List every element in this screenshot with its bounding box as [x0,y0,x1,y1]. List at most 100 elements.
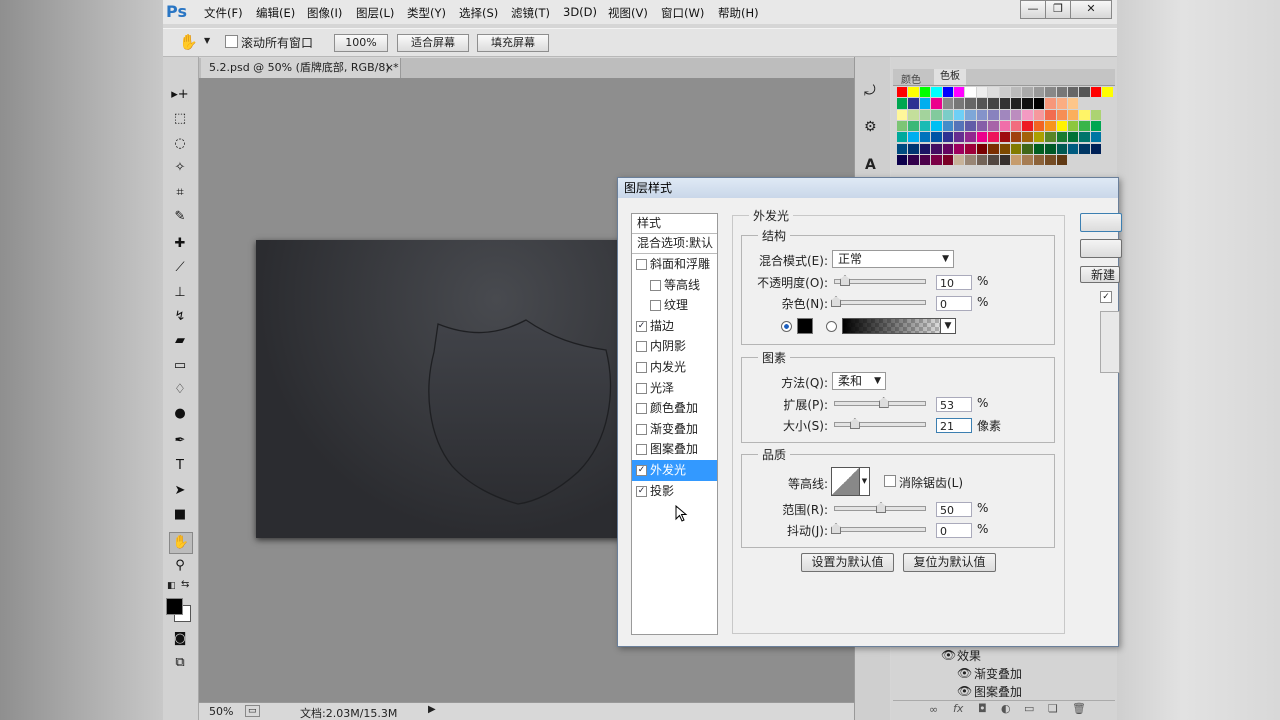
color-swatch[interactable] [897,109,908,120]
color-swatch[interactable] [1068,109,1079,120]
color-swatch[interactable] [919,109,931,120]
jitter-slider[interactable] [831,523,926,534]
color-swatch[interactable] [988,98,999,109]
spread-slider[interactable] [834,397,926,408]
noise-slider[interactable] [831,296,926,307]
color-swatch[interactable] [1033,143,1045,154]
layer-effect-item[interactable]: 渐变叠加 [974,665,1022,682]
zoom-100-button[interactable]: 100% [334,34,388,52]
make-default-button[interactable]: 设置为默认值 [801,553,894,572]
color-swatch[interactable] [1079,143,1090,154]
color-swatch[interactable] [1045,109,1056,120]
color-swatch[interactable] [908,132,919,143]
color-swatch[interactable] [1068,120,1079,132]
fit-screen-button[interactable]: 适合屏幕 [397,34,469,52]
color-swatch[interactable] [1079,87,1090,98]
gradient-picker[interactable]: ▼ [842,318,956,334]
gradient-radio[interactable] [826,321,837,332]
effect-checkbox[interactable] [636,341,647,353]
color-swatch[interactable] [908,143,919,154]
status-menu-arrow-icon[interactable]: ▶ [428,704,436,715]
color-swatch[interactable] [999,120,1010,132]
gradient-dropdown-arrow-icon[interactable]: ▼ [940,319,955,333]
blur-tool-icon[interactable]: ♢ [169,380,191,400]
color-swatch[interactable] [942,132,953,143]
color-swatch[interactable] [919,154,931,166]
color-swatch[interactable] [1056,87,1067,98]
color-swatch[interactable] [931,109,942,120]
color-swatch[interactable] [942,154,953,166]
color-swatch[interactable] [1056,109,1067,120]
menu-image[interactable]: 图像(I) [307,5,342,21]
lasso-tool-icon[interactable]: ◌ [169,134,191,154]
menu-file[interactable]: 文件(F) [204,5,243,21]
effect-item[interactable]: ✓ 投影 [632,481,717,502]
color-swatch[interactable] [1033,132,1045,143]
history-panel-icon[interactable]: ⤾ [864,83,876,99]
slider-thumb[interactable] [876,502,886,513]
zoom-level[interactable]: 50% [209,705,233,718]
color-swatch[interactable] [1011,87,1022,98]
jitter-input[interactable]: 0 [936,523,972,538]
color-swatch[interactable] [919,87,931,98]
healing-tool-icon[interactable]: ✚ [169,234,191,254]
color-swatch[interactable] [919,120,931,132]
menu-edit[interactable]: 编辑(E) [256,5,295,21]
color-swatch[interactable] [976,132,988,143]
color-swatch[interactable] [1068,132,1079,143]
color-swatch[interactable] [931,87,942,98]
color-swatch[interactable] [942,120,953,132]
color-swatch[interactable] [931,98,942,109]
document-image[interactable] [256,240,656,538]
color-swatch[interactable] [931,132,942,143]
color-swatch[interactable] [942,98,953,109]
color-swatch[interactable] [919,132,931,143]
color-swatch[interactable] [965,120,976,132]
effect-item[interactable]: 纹理 [632,295,717,316]
color-swatch[interactable] [1056,120,1067,132]
range-slider[interactable] [834,502,926,513]
color-swatch[interactable] [1011,120,1022,132]
color-swatch[interactable] [1033,87,1045,98]
color-swatch[interactable] [1022,87,1033,98]
tool-preset-arrow-icon[interactable]: ▼ [204,36,210,45]
color-swatch[interactable] [897,154,908,166]
menu-window[interactable]: 窗口(W) [661,5,704,21]
color-swatch[interactable] [999,132,1010,143]
default-colors-icon[interactable]: ◧ [167,581,176,591]
effect-checkbox[interactable] [636,444,647,456]
move-tool-icon[interactable]: ▸+ [169,85,191,105]
effect-item[interactable]: 颜色叠加 [632,398,717,419]
color-swatch[interactable] [999,98,1010,109]
screen-mode-icon[interactable]: ⧉ [169,653,191,673]
contour-dropdown-arrow-icon[interactable]: ▼ [859,467,870,496]
effect-item[interactable]: 光泽 [632,378,717,399]
color-swatch[interactable] [1033,109,1045,120]
actions-panel-icon[interactable]: ⚙ [864,119,877,135]
color-swatch[interactable] [965,87,976,98]
color-swatch[interactable] [988,87,999,98]
fx-icon[interactable]: fx [953,702,963,715]
adjustment-layer-icon[interactable]: ◐ [1001,702,1011,715]
menu-help[interactable]: 帮助(H) [718,5,759,21]
effect-checkbox[interactable] [636,259,647,270]
type-tool-icon[interactable]: T [169,456,191,476]
add-mask-icon[interactable]: ◘ [978,702,987,715]
foreground-color-swatch[interactable] [166,598,183,615]
hand-tool-icon[interactable]: ✋ [179,33,198,51]
color-swatch[interactable] [999,143,1010,154]
stamp-tool-icon[interactable]: ⊥ [169,283,191,303]
menu-layer[interactable]: 图层(L) [356,5,394,21]
color-swatch[interactable] [931,120,942,132]
size-slider[interactable] [834,418,926,429]
solid-color-radio[interactable] [781,321,792,332]
eraser-tool-icon[interactable]: ▰ [169,331,191,351]
color-swatch[interactable] [942,87,953,98]
color-swatch[interactable] [988,154,999,166]
color-swatch[interactable] [908,98,919,109]
swap-colors-icon[interactable]: ⇆ [181,579,189,590]
range-input[interactable]: 50 [936,502,972,517]
color-swatch[interactable] [1033,98,1045,109]
color-swatch[interactable] [965,98,976,109]
history-brush-tool-icon[interactable]: ↯ [169,307,191,327]
